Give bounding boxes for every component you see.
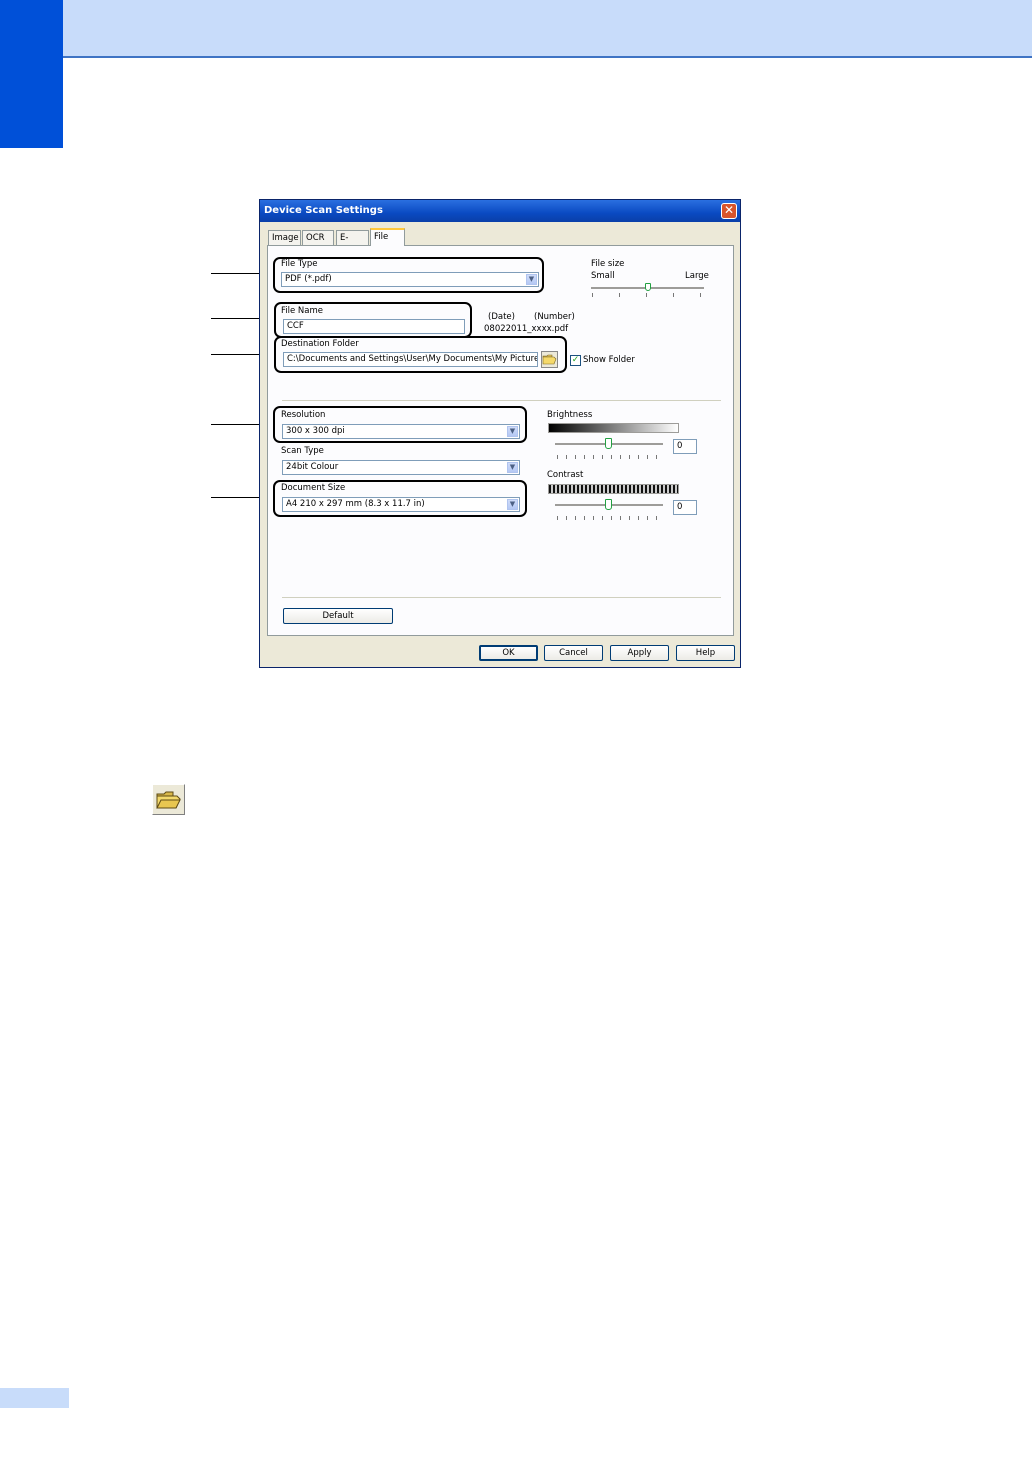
contrast-pattern-bar: [548, 484, 679, 494]
close-button[interactable]: ✕: [721, 203, 737, 219]
tab-email[interactable]: E-mail: [336, 230, 369, 257]
file-size-small-label: Small: [591, 271, 615, 281]
tab-image[interactable]: Image: [268, 230, 301, 245]
show-folder-checkbox[interactable]: ✓: [570, 355, 581, 366]
scan-type-label: Scan Type: [281, 446, 324, 456]
checkmark-icon: ✓: [571, 355, 580, 365]
ok-button[interactable]: OK: [479, 645, 538, 661]
contrast-label: Contrast: [547, 470, 584, 480]
folder-button-illustration: [152, 784, 185, 815]
brightness-label: Brightness: [547, 410, 593, 420]
tab-ocr[interactable]: OCR: [302, 230, 334, 245]
file-size-label: File size: [591, 259, 625, 269]
device-scan-settings-dialog: Device Scan Settings ✕ Image OCR E-mail …: [259, 199, 741, 668]
close-icon: ✕: [723, 203, 735, 217]
file-size-large-label: Large: [685, 271, 709, 281]
section-divider-bottom: [282, 597, 721, 598]
page-header-band: [0, 0, 1032, 58]
dialog-title: Device Scan Settings: [264, 205, 383, 216]
destination-folder-highlight: [274, 336, 567, 373]
file-name-example: 08022011_xxxx.pdf: [484, 324, 569, 334]
brightness-slider-ticks: [557, 455, 661, 459]
file-name-date-label: (Date): [488, 312, 515, 322]
apply-button[interactable]: Apply: [610, 645, 669, 661]
file-name-highlight: [274, 302, 472, 338]
resolution-highlight: [273, 406, 527, 443]
page-footer-band: [0, 1388, 69, 1408]
default-button[interactable]: Default: [283, 608, 393, 624]
file-type-highlight: [273, 257, 544, 293]
chevron-down-icon[interactable]: ▼: [507, 462, 518, 473]
file-size-slider-ticks: [592, 293, 704, 297]
document-size-highlight: [273, 480, 527, 517]
help-button[interactable]: Help: [676, 645, 735, 661]
brightness-gradient-bar: [548, 423, 679, 433]
file-size-slider-thumb[interactable]: [644, 283, 651, 291]
show-folder-label: Show Folder: [583, 355, 635, 365]
scan-type-select[interactable]: 24bit Colour ▼: [282, 460, 520, 475]
section-divider-top: [282, 400, 721, 401]
brightness-value-input[interactable]: 0: [673, 439, 697, 454]
file-tab-panel: File Type PDF (*.pdf) ▼ File size Small …: [267, 245, 734, 636]
tab-file[interactable]: File: [370, 228, 405, 246]
cancel-button[interactable]: Cancel: [544, 645, 603, 661]
chapter-side-tab: [0, 0, 63, 148]
contrast-slider-ticks: [557, 516, 661, 520]
folder-icon: [156, 791, 181, 809]
scan-type-value: 24bit Colour: [286, 462, 339, 472]
file-name-number-label: (Number): [534, 312, 575, 322]
contrast-slider-thumb[interactable]: [605, 499, 612, 510]
contrast-value-input[interactable]: 0: [673, 500, 697, 515]
dialog-title-bar: Device Scan Settings: [260, 200, 740, 222]
brightness-slider-thumb[interactable]: [605, 438, 612, 449]
